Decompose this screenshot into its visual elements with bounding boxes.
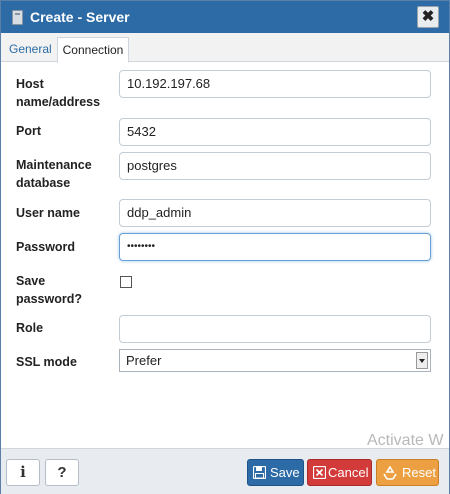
password-label: Password xyxy=(16,240,76,254)
port-input[interactable]: 5432 xyxy=(119,118,431,146)
port-label: Port xyxy=(16,124,41,138)
close-button[interactable]: ✖ xyxy=(417,6,439,28)
maintenance-db-input[interactable]: postgres xyxy=(119,152,431,180)
reset-button[interactable]: Reset xyxy=(376,459,439,486)
chevron-down-icon[interactable] xyxy=(416,352,428,369)
ssl-mode-select[interactable]: Prefer xyxy=(119,349,431,372)
username-input[interactable]: ddp_admin xyxy=(119,199,431,227)
ssl-mode-label: SSL mode xyxy=(16,355,77,369)
recycle-icon xyxy=(382,465,398,480)
dialog-footer: i ? Save Cancel Reset xyxy=(1,448,449,494)
cancel-button[interactable]: Cancel xyxy=(307,459,372,486)
create-server-dialog: Create - Server ✖ General Connection Hos… xyxy=(0,0,450,494)
server-icon xyxy=(12,10,23,25)
tab-connection[interactable]: Connection xyxy=(57,37,129,63)
reset-label: Reset xyxy=(402,465,436,480)
dialog-title: Create - Server xyxy=(30,9,130,25)
tab-general[interactable]: General xyxy=(9,38,52,60)
x-icon xyxy=(312,465,327,480)
title-bar[interactable]: Create - Server ✖ xyxy=(1,1,449,33)
save-button[interactable]: Save xyxy=(247,459,304,486)
host-label: Host name/address xyxy=(16,77,101,109)
host-input[interactable]: 10.192.197.68 xyxy=(119,70,431,98)
help-button[interactable]: ? xyxy=(45,459,79,486)
info-button[interactable]: i xyxy=(6,459,40,486)
floppy-disk-icon xyxy=(252,465,267,480)
save-password-label: Save password? xyxy=(16,274,82,306)
password-input[interactable]: •••••••• xyxy=(119,233,431,261)
save-label: Save xyxy=(270,465,300,480)
ssl-mode-value: Prefer xyxy=(126,353,162,368)
role-input[interactable] xyxy=(119,315,431,343)
tab-bar: General Connection xyxy=(1,33,449,63)
save-password-checkbox[interactable] xyxy=(120,276,132,288)
role-label: Role xyxy=(16,321,44,335)
username-label: User name xyxy=(16,206,80,220)
maintenance-db-label: Maintenance database xyxy=(16,158,92,190)
cancel-label: Cancel xyxy=(328,465,369,480)
